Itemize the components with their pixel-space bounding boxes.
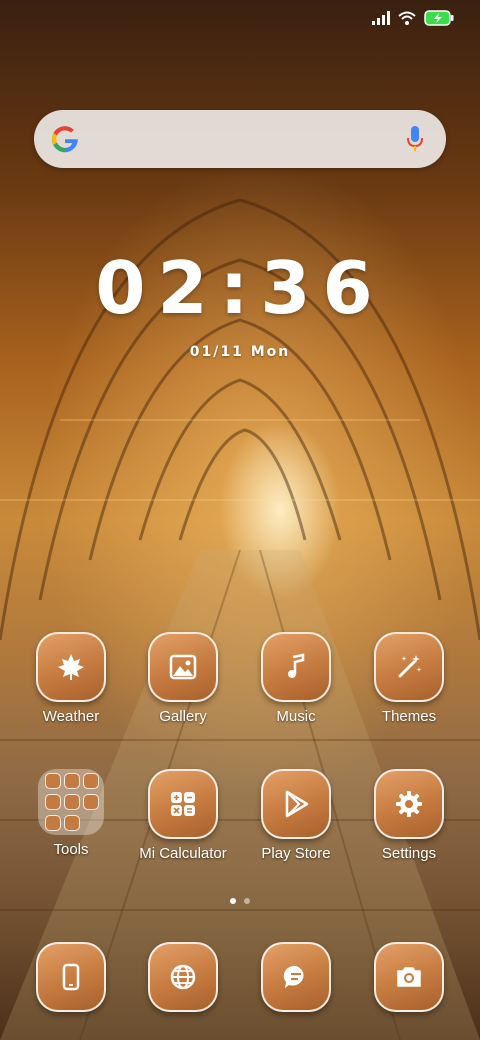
calculator-app-icon[interactable] [148, 769, 218, 839]
folder-mini-icon [83, 794, 99, 810]
music-note-icon [288, 653, 305, 678]
maple-leaf-icon [58, 654, 84, 680]
folder-mini-icon [64, 815, 80, 831]
app-label: Themes [381, 708, 437, 725]
dock-browser[interactable] [128, 942, 238, 1012]
dock-phone[interactable] [16, 942, 126, 1012]
gear-icon [396, 791, 422, 817]
dock-messages[interactable] [241, 942, 351, 1012]
app-play-store[interactable]: Play Store [241, 769, 351, 862]
image-icon [169, 654, 197, 680]
messages-app-icon[interactable] [261, 942, 331, 1012]
message-icon [283, 965, 304, 988]
themes-app-icon[interactable] [374, 632, 444, 702]
app-label: Music [276, 708, 316, 725]
folder-mini-icon [64, 773, 80, 789]
app-label: Gallery [159, 708, 207, 725]
app-weather[interactable]: Weather [16, 632, 126, 725]
folder-mini-icon [64, 794, 80, 810]
app-gallery[interactable]: Gallery [128, 632, 238, 725]
dock-camera[interactable] [354, 942, 464, 1012]
app-label: Weather [42, 708, 100, 725]
camera-icon [397, 967, 421, 987]
app-music[interactable]: Music [241, 632, 351, 725]
page-dot [244, 898, 250, 904]
battery-charging-icon [424, 10, 454, 26]
status-bar [372, 10, 454, 26]
play-store-app-icon[interactable] [261, 769, 331, 839]
magic-wand-icon [398, 655, 422, 678]
gallery-app-icon[interactable] [148, 632, 218, 702]
app-label: Play Store [261, 845, 331, 862]
folder-mini-icon [83, 773, 99, 789]
folder-mini-icon [45, 815, 61, 831]
clock-date[interactable]: 01/11 Mon [0, 344, 480, 360]
page-dot-active [230, 898, 236, 904]
app-settings[interactable]: Settings [354, 769, 464, 862]
tools-folder-icon[interactable] [38, 769, 104, 835]
app-themes[interactable]: Themes [354, 632, 464, 725]
app-label: Mi Calculator [139, 845, 227, 862]
play-store-icon [285, 790, 309, 818]
clock-time[interactable]: 02:36 [0, 248, 480, 328]
app-mi-calculator[interactable]: Mi Calculator [128, 769, 238, 862]
globe-icon [170, 964, 196, 990]
weather-app-icon[interactable] [36, 632, 106, 702]
phone-icon [62, 963, 80, 991]
app-label: Settings [381, 845, 437, 862]
microphone-icon[interactable] [406, 124, 424, 154]
calculator-icon [171, 792, 195, 816]
browser-app-icon[interactable] [148, 942, 218, 1012]
folder-mini-icon [45, 794, 61, 810]
music-app-icon[interactable] [261, 632, 331, 702]
folder-mini-icon [45, 773, 61, 789]
camera-app-icon[interactable] [374, 942, 444, 1012]
app-label: Tools [53, 841, 89, 858]
wifi-icon [398, 11, 416, 25]
page-indicator [0, 898, 480, 904]
google-search-bar[interactable] [34, 110, 446, 168]
settings-app-icon[interactable] [374, 769, 444, 839]
folder-tools[interactable]: Tools [16, 769, 126, 858]
signal-icon [372, 11, 390, 25]
phone-app-icon[interactable] [36, 942, 106, 1012]
google-logo-icon [51, 126, 78, 153]
